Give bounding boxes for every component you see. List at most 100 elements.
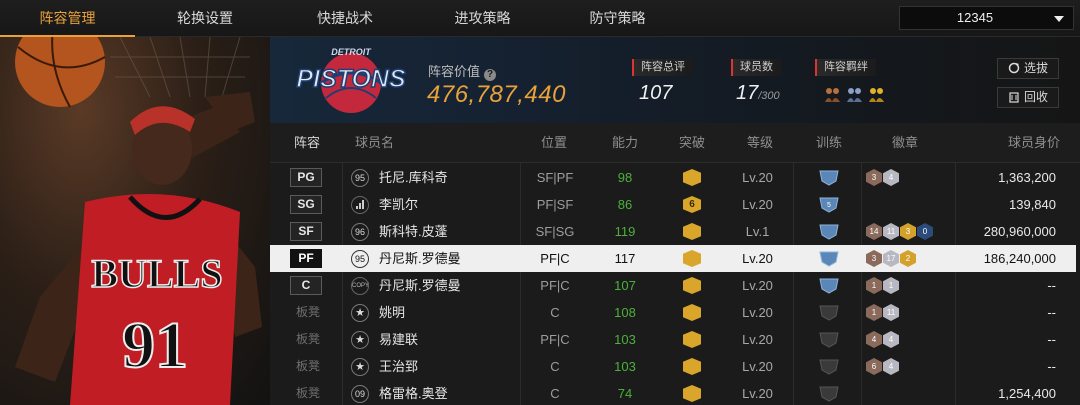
training-shield-icon[interactable] (819, 331, 839, 348)
training-shield-icon[interactable]: 5 (819, 196, 839, 213)
breakthrough-crown-icon[interactable]: 6 (683, 196, 701, 213)
table-row[interactable]: 板凳 ★ 王治郅 C 103 Lv.20 6 4 -- (270, 353, 1076, 380)
breakthrough-crown-icon[interactable] (683, 250, 701, 267)
badge-hex-icon[interactable]: 17 (883, 250, 899, 267)
training-shield-icon[interactable] (819, 385, 839, 402)
player-name[interactable]: 姚明 (379, 299, 405, 326)
tab-lineup-management[interactable]: 阵容管理 (0, 0, 135, 37)
bond-team-icon[interactable] (845, 85, 864, 104)
player-ability: 103 (614, 359, 636, 374)
table-row[interactable]: SF 96 斯科特.皮蓬 SF|SG 119 Lv.1 14 11 3 0 280,960,000 (270, 218, 1076, 245)
recycle-icon (1009, 92, 1019, 103)
training-shield-icon[interactable] (819, 358, 839, 375)
dropdown-value: 12345 (956, 10, 994, 25)
badge-hex-icon[interactable]: 1 (866, 304, 882, 321)
breakthrough-crown-icon[interactable] (683, 331, 701, 348)
header-ability[interactable]: 能力 (612, 123, 638, 163)
breakthrough-crown-icon[interactable] (683, 169, 701, 186)
roster-table: 阵容 球员名 位置 能力 突破 等级 训练 徽章 球员身价 PG 95 托尼.库科奇… (270, 123, 1080, 405)
badge-hex-icon[interactable]: 4 (883, 169, 899, 186)
badge-hex-icon[interactable]: 3 (900, 223, 916, 240)
header-badges[interactable]: 徽章 (892, 123, 918, 163)
badge-list: 44 (866, 331, 899, 348)
badge-hex-icon[interactable]: 11 (883, 304, 899, 321)
badge-hex-icon[interactable]: 2 (900, 250, 916, 267)
table-row[interactable]: 板凳 ★ 易建联 PF|C 103 Lv.20 4 4 -- (270, 326, 1076, 353)
badge-hex-icon[interactable]: 11 (883, 223, 899, 240)
training-shield-icon[interactable] (819, 169, 839, 186)
bench-label: 板凳 (296, 332, 321, 346)
header-position[interactable]: 位置 (541, 123, 567, 163)
player-worth: 1,363,200 (998, 170, 1056, 185)
account-dropdown[interactable]: 12345 (899, 6, 1074, 30)
slot-badge[interactable]: SG (290, 195, 322, 214)
badge-hex-icon[interactable]: 4 (883, 358, 899, 375)
slot-badge[interactable]: PG (290, 168, 322, 187)
training-shield-icon[interactable] (819, 277, 839, 294)
header-breakthrough[interactable]: 突破 (679, 123, 705, 163)
slot-badge[interactable]: C (290, 276, 322, 295)
player-count-max: /300 (758, 90, 780, 102)
player-name[interactable]: 格雷格.奥登 (379, 380, 448, 405)
slot-badge[interactable]: PF (290, 249, 322, 268)
header-training[interactable]: 训练 (816, 123, 842, 163)
rating-value: 107 (639, 82, 673, 104)
tab-offense-strategy[interactable]: 进攻策略 (415, 0, 550, 37)
player-count: 17/300 (736, 82, 780, 105)
badge-hex-icon[interactable]: 3 (866, 169, 882, 186)
select-button[interactable]: 选拔 (997, 58, 1059, 79)
table-row[interactable]: 板凳 09 格雷格.奥登 C 74 Lv.20 1,254,400 (270, 380, 1076, 405)
player-worth: -- (1047, 332, 1056, 347)
header-slot[interactable]: 阵容 (294, 123, 320, 163)
player-position: C (550, 386, 560, 401)
badge-hex-icon[interactable]: 6 (866, 358, 882, 375)
table-row[interactable]: SG 李凯尔 PF|SF 86 6 Lv.20 5 139,840 (270, 191, 1076, 218)
jersey-number-text: 91 (122, 309, 188, 382)
table-row[interactable]: 板凳 ★ 姚明 C 108 Lv.20 1 11 -- (270, 299, 1076, 326)
slot-badge[interactable]: SF (290, 222, 322, 241)
player-name[interactable]: 丹尼斯.罗德曼 (379, 272, 461, 299)
header-player-worth[interactable]: 球员身价 (1008, 123, 1060, 163)
training-shield-icon[interactable] (819, 250, 839, 267)
table-row[interactable]: C COPY 丹尼斯.罗德曼 PF|C 107 Lv.20 1 1 -- (270, 272, 1076, 299)
badge-hex-icon[interactable]: 0 (917, 223, 933, 240)
badge-hex-icon[interactable]: 3 (866, 250, 882, 267)
breakthrough-crown-icon[interactable] (683, 223, 701, 240)
player-count-value: 17 (736, 82, 759, 104)
header-level[interactable]: 等级 (747, 123, 773, 163)
bench-label: 板凳 (296, 386, 321, 400)
table-row[interactable]: PG 95 托尼.库科奇 SF|PF 98 Lv.20 3 4 1,363,200 (270, 164, 1076, 191)
player-ability: 108 (614, 305, 636, 320)
badge-hex-icon[interactable]: 1 (866, 277, 882, 294)
table-row[interactable]: PF 95 丹尼斯.罗德曼 PF|C 117 Lv.20 3 17 2 186,240,000 (270, 245, 1076, 272)
badge-list: 1 11 (866, 304, 899, 321)
breakthrough-crown-icon[interactable] (683, 385, 701, 402)
bond-gold-icon[interactable] (867, 85, 886, 104)
breakthrough-crown-icon[interactable] (683, 304, 701, 321)
tab-quick-tactics[interactable]: 快捷战术 (275, 0, 415, 37)
tab-defense-strategy[interactable]: 防守策略 (550, 0, 685, 37)
recycle-button[interactable]: 回收 (997, 87, 1059, 108)
bond-trio-icon[interactable] (823, 85, 842, 104)
breakthrough-crown-icon[interactable] (683, 358, 701, 375)
badge-hex-icon[interactable]: 4 (883, 331, 899, 348)
badge-hex-icon[interactable]: 1 (883, 277, 899, 294)
recycle-button-label: 回收 (1023, 90, 1048, 104)
player-name[interactable]: 李凯尔 (379, 191, 418, 218)
player-name[interactable]: 易建联 (379, 326, 418, 353)
training-shield-icon[interactable] (819, 304, 839, 321)
badge-hex-icon[interactable]: 4 (866, 331, 882, 348)
player-name[interactable]: 托尼.库科奇 (379, 164, 448, 191)
player-level: Lv.20 (742, 170, 773, 185)
badge-list: 3 17 2 (866, 250, 916, 267)
tab-rotation-settings[interactable]: 轮换设置 (135, 0, 275, 37)
player-name[interactable]: 斯科特.皮蓬 (379, 218, 448, 245)
breakthrough-crown-icon[interactable] (683, 277, 701, 294)
header-player-name[interactable]: 球员名 (355, 123, 394, 163)
player-name[interactable]: 丹尼斯.罗德曼 (379, 245, 461, 272)
help-icon[interactable]: ? (484, 69, 497, 81)
bond-icons (823, 85, 886, 104)
badge-hex-icon[interactable]: 14 (866, 223, 882, 240)
player-name[interactable]: 王治郅 (379, 353, 418, 380)
training-shield-icon[interactable] (819, 223, 839, 240)
